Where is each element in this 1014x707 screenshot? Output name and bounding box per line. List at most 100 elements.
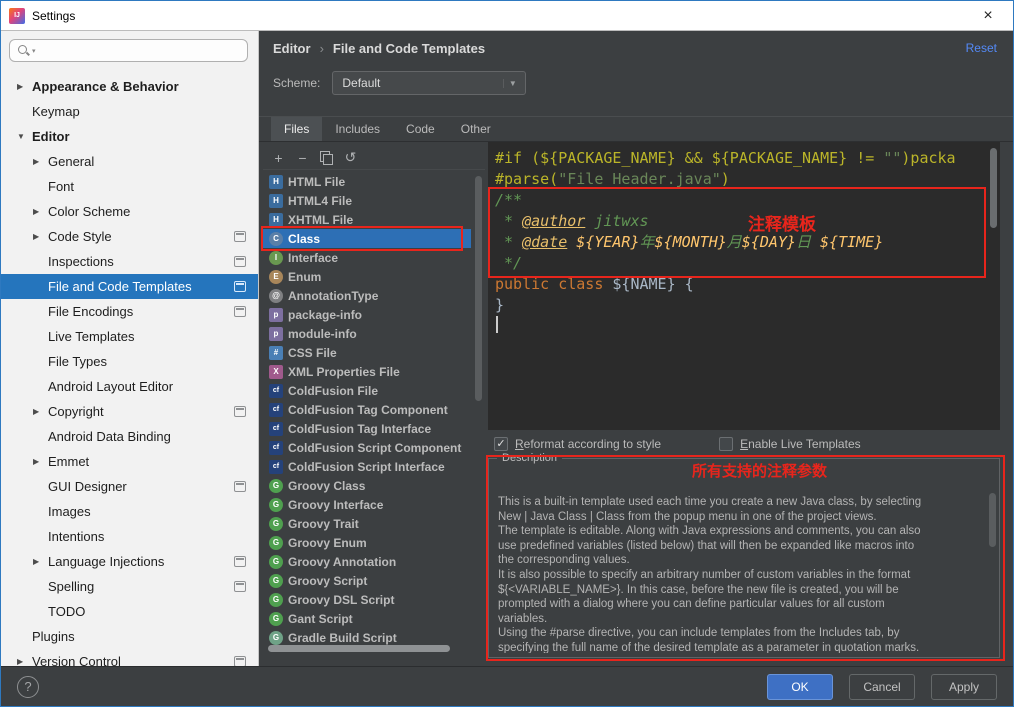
sidebar-item-file-encodings[interactable]: File Encodings (1, 299, 258, 324)
sidebar-item-code-style[interactable]: ▶Code Style (1, 224, 258, 249)
add-icon[interactable]: + (269, 149, 288, 167)
template-item-class[interactable]: CClass (263, 229, 471, 248)
option-reformat-according-to-style[interactable]: ✓Reformat according to style (494, 437, 661, 451)
template-item-xhtml-file[interactable]: HXHTML File (263, 210, 471, 229)
settings-window: IJ Settings × ▾ ▶Appearance & BehaviorKe… (0, 0, 1014, 707)
sidebar-item-appearance-behavior[interactable]: ▶Appearance & Behavior (1, 74, 258, 99)
template-item-coldfusion-tag-component[interactable]: cfColdFusion Tag Component (263, 400, 471, 419)
remove-icon[interactable]: − (293, 149, 312, 167)
tab-includes[interactable]: Includes (322, 117, 393, 141)
scheme-select[interactable]: Default ▼ (332, 71, 526, 95)
settings-tree: ▶Appearance & BehaviorKeymap▼Editor▶Gene… (1, 74, 258, 666)
template-item-annotationtype[interactable]: @AnnotationType (263, 286, 471, 305)
reset-link[interactable]: Reset (966, 41, 997, 55)
checkbox-icon[interactable] (719, 437, 733, 451)
css-file-icon: # (269, 346, 283, 360)
template-list-horizontal-scrollbar[interactable] (268, 645, 450, 652)
sidebar-item-inspections[interactable]: Inspections (1, 249, 258, 274)
sidebar-item-todo[interactable]: TODO (1, 599, 258, 624)
description-line: It is also possible to specify an arbitr… (498, 568, 983, 583)
ok-button[interactable]: OK (767, 674, 833, 700)
close-icon[interactable]: × (971, 2, 1005, 30)
editor-scrollbar[interactable] (990, 148, 997, 228)
template-item-coldfusion-file[interactable]: cfColdFusion File (263, 381, 471, 400)
template-item-html4-file[interactable]: HHTML4 File (263, 191, 471, 210)
apply-button[interactable]: Apply (931, 674, 997, 700)
description-scrollbar[interactable] (989, 493, 996, 547)
template-item-groovy-enum[interactable]: GGroovy Enum (263, 533, 471, 552)
tab-code[interactable]: Code (393, 117, 448, 141)
sidebar-item-gui-designer[interactable]: GUI Designer (1, 474, 258, 499)
shared-settings-icon (234, 231, 246, 242)
tab-other[interactable]: Other (448, 117, 504, 141)
sidebar-item-spelling[interactable]: Spelling (1, 574, 258, 599)
sidebar-item-editor[interactable]: ▼Editor (1, 124, 258, 149)
sidebar-item-copyright[interactable]: ▶Copyright (1, 399, 258, 424)
template-item-interface[interactable]: IInterface (263, 248, 471, 267)
template-item-module-info[interactable]: pmodule-info (263, 324, 471, 343)
sidebar-item-emmet[interactable]: ▶Emmet (1, 449, 258, 474)
sidebar-item-images[interactable]: Images (1, 499, 258, 524)
template-item-groovy-script[interactable]: GGroovy Script (263, 571, 471, 590)
copy-icon[interactable] (317, 149, 336, 167)
sidebar-item-file-and-code-templates[interactable]: File and Code Templates (1, 274, 258, 299)
description-line: New | Java Class | Class from the popup … (498, 510, 983, 525)
template-item-groovy-trait[interactable]: GGroovy Trait (263, 514, 471, 533)
template-item-css-file[interactable]: #CSS File (263, 343, 471, 362)
template-item-package-info[interactable]: ppackage-info (263, 305, 471, 324)
chevron-right-icon[interactable]: ▶ (33, 157, 48, 166)
description-line: prompted with a dialog where you can def… (498, 597, 983, 612)
search-input[interactable] (40, 44, 247, 58)
chevron-down-icon[interactable]: ▼ (17, 132, 32, 141)
sidebar-item-label: Images (48, 504, 91, 519)
template-item-coldfusion-script-component[interactable]: cfColdFusion Script Component (263, 438, 471, 457)
sidebar-item-language-injections[interactable]: ▶Language Injections (1, 549, 258, 574)
template-editor[interactable]: #if (${PACKAGE_NAME} && ${PACKAGE_NAME} … (488, 142, 1000, 430)
template-item-label: ColdFusion Script Component (288, 441, 461, 455)
chevron-right-icon[interactable]: ▶ (33, 457, 48, 466)
search-box[interactable]: ▾ (9, 39, 248, 62)
sidebar-item-color-scheme[interactable]: ▶Color Scheme (1, 199, 258, 224)
chevron-right-icon[interactable]: ▶ (17, 657, 32, 666)
breadcrumb-editor[interactable]: Editor (273, 41, 311, 56)
chevron-right-icon[interactable]: ▶ (33, 407, 48, 416)
sidebar-item-font[interactable]: Font (1, 174, 258, 199)
chevron-right-icon[interactable]: ▶ (33, 207, 48, 216)
sidebar-item-android-layout-editor[interactable]: Android Layout Editor (1, 374, 258, 399)
description-line: ${<VARIABLE_NAME>}. In this case, before… (498, 583, 983, 598)
sidebar-item-live-templates[interactable]: Live Templates (1, 324, 258, 349)
chevron-right-icon[interactable]: ▶ (33, 557, 48, 566)
template-item-xml-properties-file[interactable]: XXML Properties File (263, 362, 471, 381)
template-item-coldfusion-tag-interface[interactable]: cfColdFusion Tag Interface (263, 419, 471, 438)
template-item-coldfusion-script-interface[interactable]: cfColdFusion Script Interface (263, 457, 471, 476)
cancel-button[interactable]: Cancel (849, 674, 915, 700)
sidebar-item-general[interactable]: ▶General (1, 149, 258, 174)
template-item-enum[interactable]: EEnum (263, 267, 471, 286)
option-enable-live-templates[interactable]: Enable Live Templates (719, 437, 861, 451)
template-item-groovy-class[interactable]: GGroovy Class (263, 476, 471, 495)
sidebar-item-label: Code Style (48, 229, 112, 244)
template-item-html-file[interactable]: HHTML File (263, 172, 471, 191)
help-button[interactable]: ? (17, 676, 39, 698)
template-item-groovy-interface[interactable]: GGroovy Interface (263, 495, 471, 514)
search-options-arrow-icon[interactable]: ▾ (32, 47, 36, 55)
template-item-label: Groovy Trait (288, 517, 359, 531)
sidebar-item-version-control[interactable]: ▶Version Control (1, 649, 258, 666)
sidebar-item-file-types[interactable]: File Types (1, 349, 258, 374)
template-item-label: Groovy Interface (288, 498, 383, 512)
description-line: the corresponding values. (498, 553, 983, 568)
checkbox-icon[interactable]: ✓ (494, 437, 508, 451)
sidebar-item-android-data-binding[interactable]: Android Data Binding (1, 424, 258, 449)
chevron-right-icon[interactable]: ▶ (33, 232, 48, 241)
template-item-groovy-dsl-script[interactable]: GGroovy DSL Script (263, 590, 471, 609)
sidebar-item-plugins[interactable]: Plugins (1, 624, 258, 649)
template-list-vertical-scrollbar[interactable] (475, 176, 482, 401)
tab-files[interactable]: Files (271, 117, 322, 141)
scheme-label: Scheme: (273, 76, 320, 90)
reset-icon[interactable]: ↺ (341, 149, 360, 167)
chevron-right-icon[interactable]: ▶ (17, 82, 32, 91)
template-item-gant-script[interactable]: GGant Script (263, 609, 471, 628)
sidebar-item-intentions[interactable]: Intentions (1, 524, 258, 549)
template-item-groovy-annotation[interactable]: GGroovy Annotation (263, 552, 471, 571)
sidebar-item-keymap[interactable]: Keymap (1, 99, 258, 124)
